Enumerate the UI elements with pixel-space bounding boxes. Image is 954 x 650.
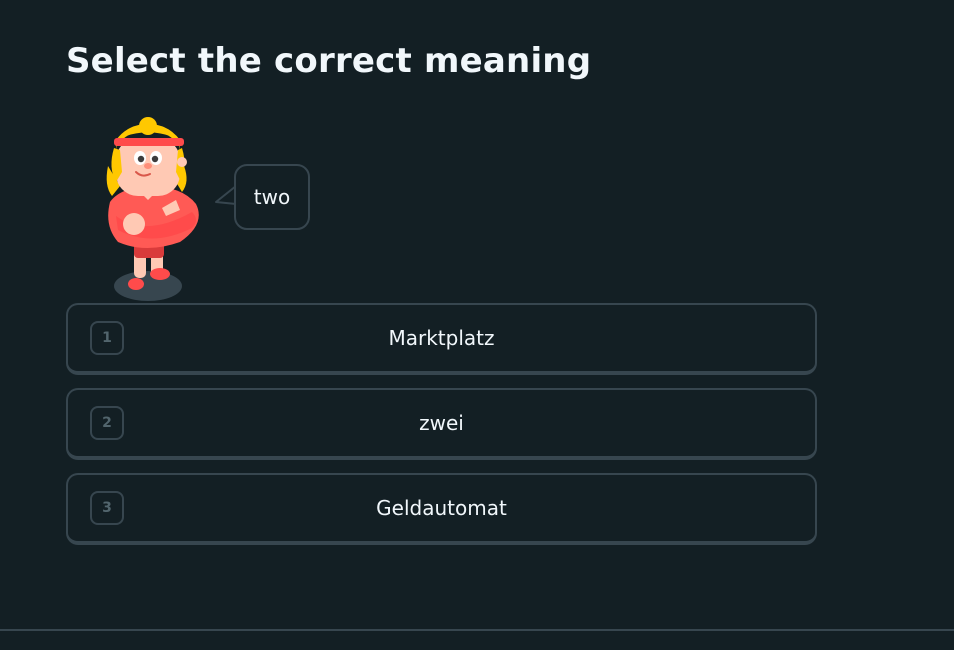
- choice-option-3[interactable]: 3 Geldautomat: [66, 473, 817, 545]
- footer-divider: [0, 629, 954, 631]
- speech-bubble: two: [234, 164, 310, 230]
- prompt-word: two: [253, 185, 291, 209]
- choice-label: Geldautomat: [376, 496, 507, 520]
- page-title: Select the correct meaning: [66, 41, 592, 81]
- choice-label: Marktplatz: [388, 326, 495, 350]
- choice-label: zwei: [419, 411, 464, 435]
- choice-option-2[interactable]: 2 zwei: [66, 388, 817, 460]
- lesson-page: Select the correct meaning two 1 Marktpl…: [0, 0, 954, 650]
- choice-option-1[interactable]: 1 Marktplatz: [66, 303, 817, 375]
- lily-character-icon: [106, 117, 199, 301]
- answer-choices: 1 Marktplatz 2 zwei 3 Geldautomat: [66, 303, 817, 558]
